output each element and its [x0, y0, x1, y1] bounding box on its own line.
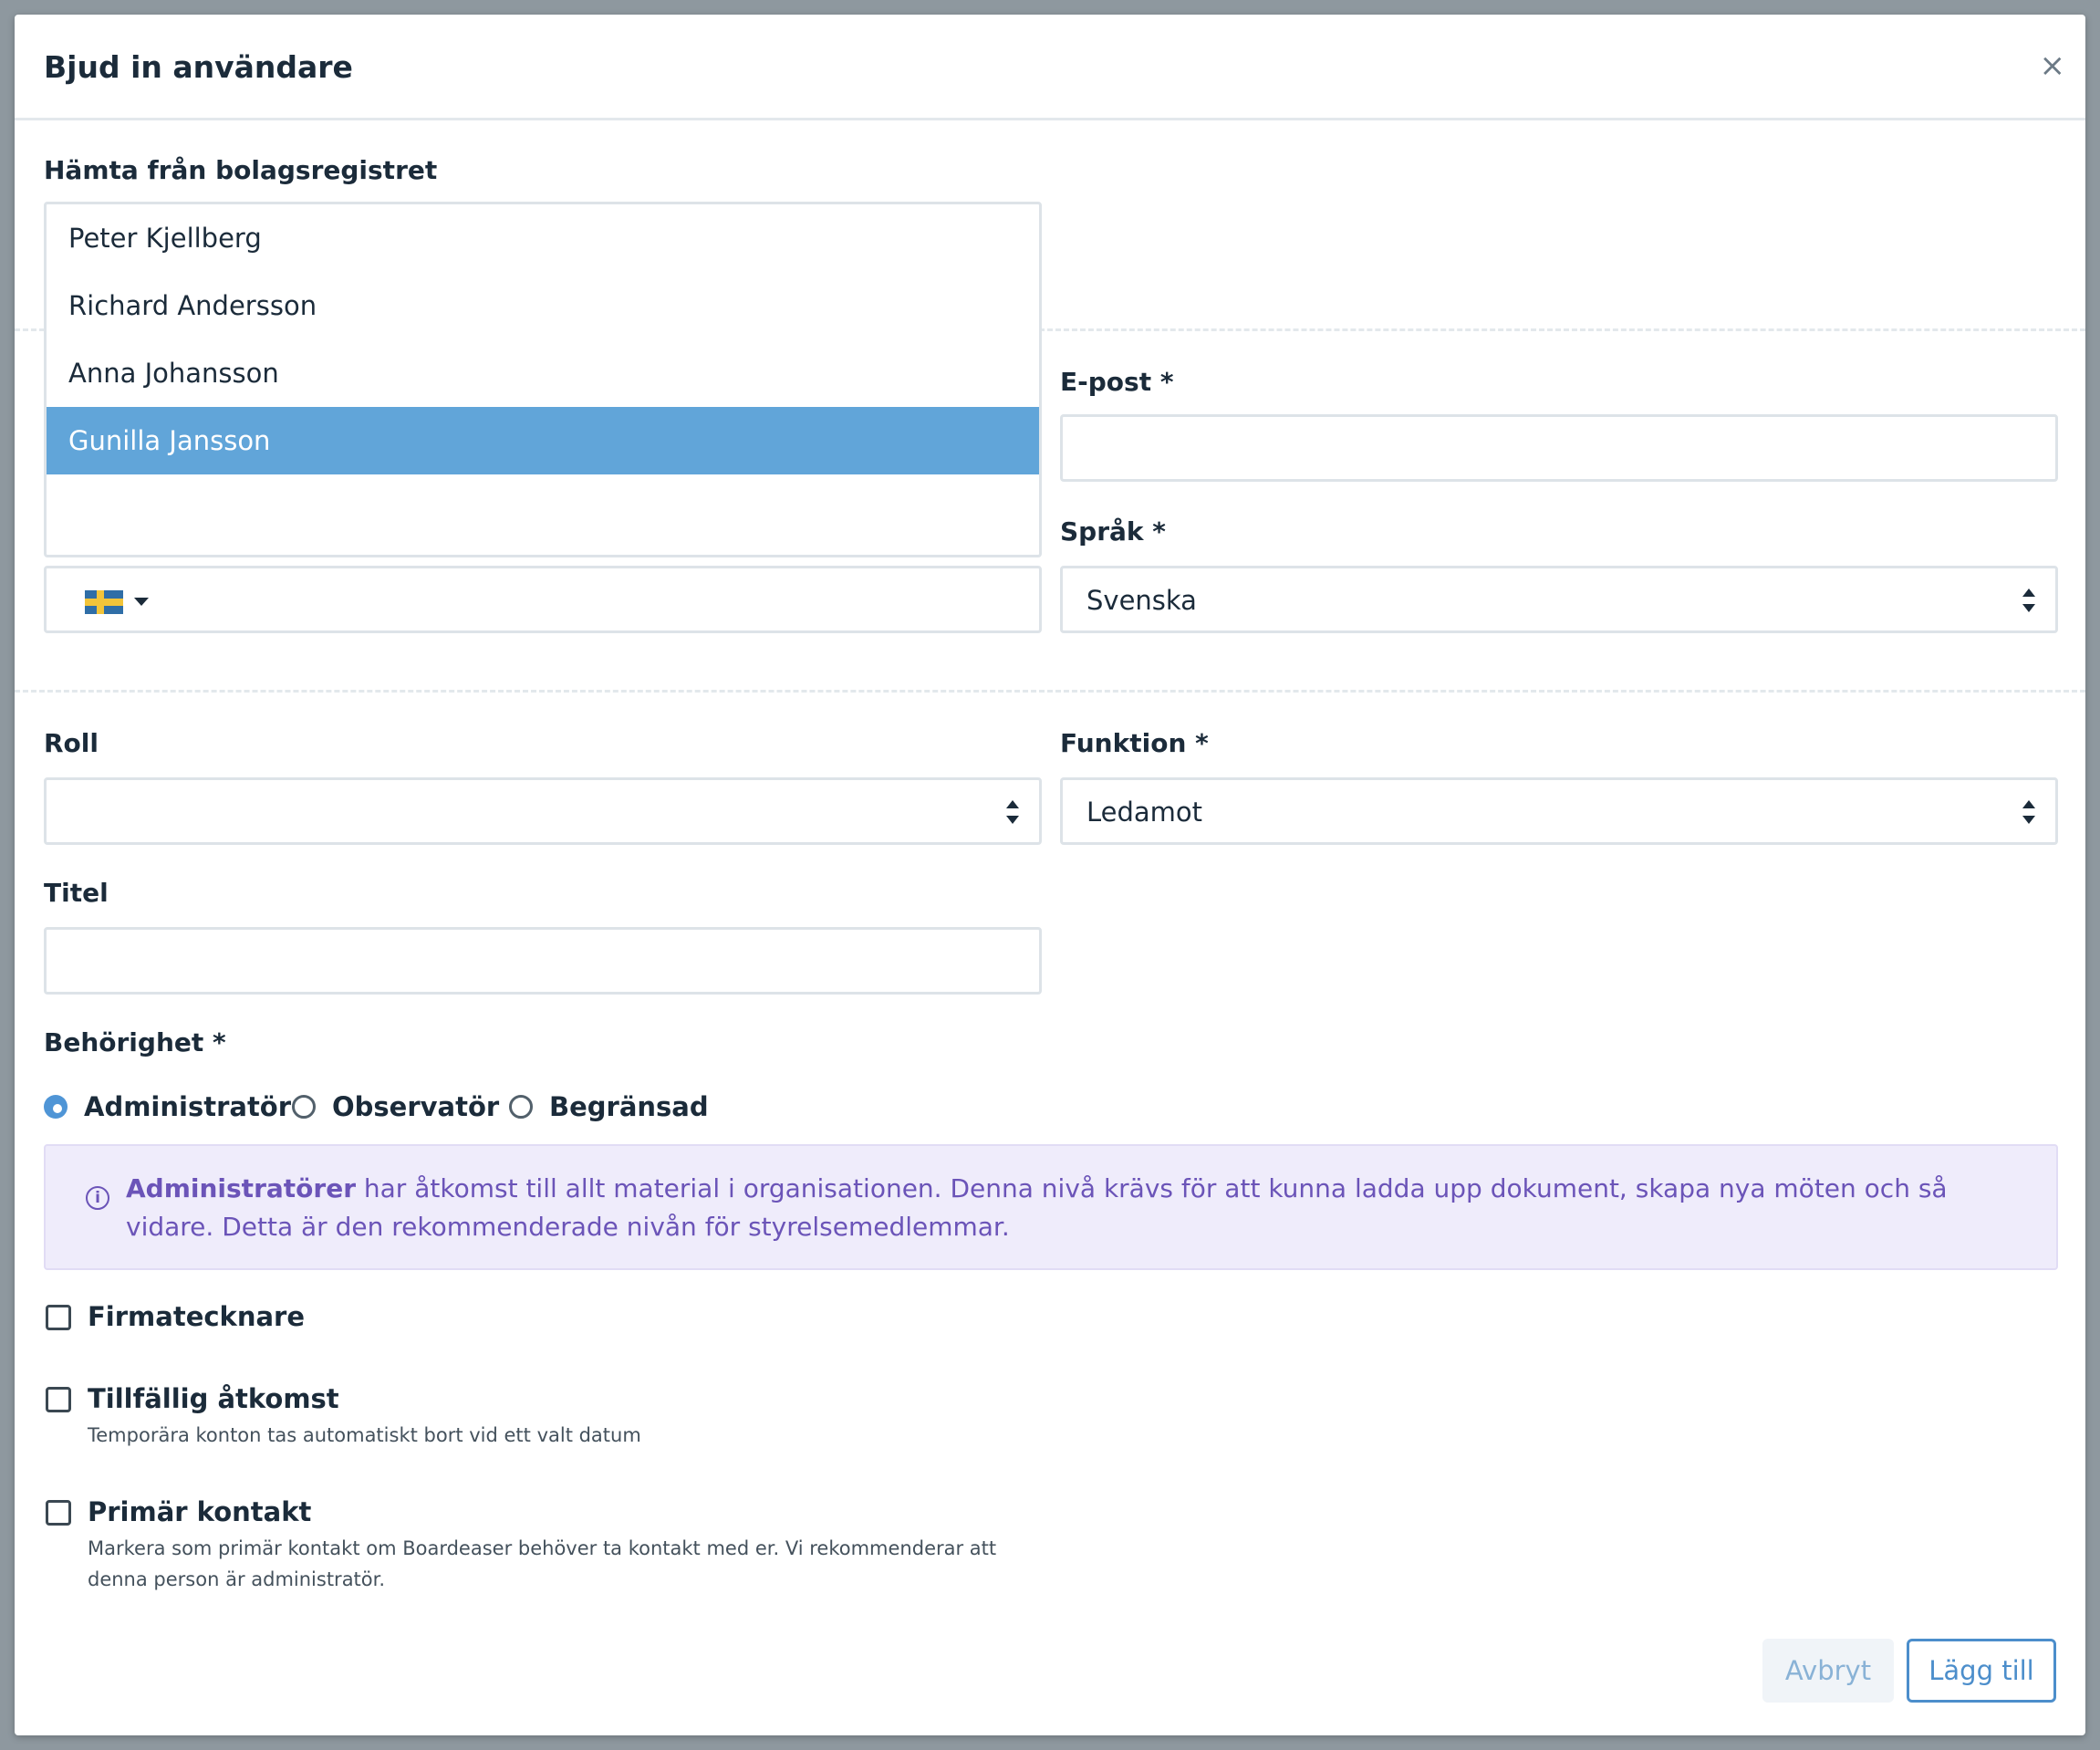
cancel-button[interactable]: Avbryt: [1762, 1639, 1894, 1703]
info-bold-text: Administratörer: [126, 1173, 356, 1203]
language-label: Språk *: [1060, 516, 1166, 547]
title-label: Titel: [44, 878, 109, 908]
language-select[interactable]: Svenska: [1060, 566, 2058, 633]
temporary-access-label: Tillfällig åtkomst: [88, 1383, 339, 1414]
caret-down-icon: [134, 598, 149, 606]
info-body-text: har åtkomst till allt material i organis…: [126, 1173, 1948, 1242]
permission-label: Behörighet *: [44, 1027, 226, 1057]
dialog-header: Bjud in användare ×: [15, 15, 2085, 120]
section-divider: [15, 690, 2085, 693]
language-value: Svenska: [1086, 585, 1197, 616]
radio-label: Begränsad: [549, 1091, 709, 1122]
primary-contact-help: Markera som primär kontakt om Boardeaser…: [88, 1537, 997, 1590]
dialog-title: Bjud in användare: [44, 49, 353, 85]
registry-label: Hämta från bolagsregistret: [44, 155, 438, 185]
invite-user-dialog: Bjud in användare × Hämta från bolagsreg…: [15, 15, 2085, 1735]
signatory-label: Firmatecknare: [88, 1301, 306, 1332]
title-field[interactable]: [44, 927, 1042, 995]
radio-administrator[interactable]: Administratör: [44, 1091, 291, 1122]
radio-label: Observatör: [332, 1091, 500, 1122]
close-icon[interactable]: ×: [2040, 47, 2066, 84]
role-label: Roll: [44, 728, 99, 758]
sweden-flag-icon[interactable]: [85, 590, 123, 614]
info-text: Administratörer har åtkomst till allt ma…: [126, 1170, 2032, 1246]
add-button[interactable]: Lägg till: [1907, 1639, 2056, 1703]
temporary-access-help: Temporära konton tas automatiskt bort vi…: [88, 1424, 641, 1446]
primary-contact-checkbox[interactable]: [46, 1500, 71, 1526]
dropdown-option-highlighted[interactable]: Gunilla Jansson: [47, 407, 1039, 474]
role-select[interactable]: [44, 777, 1042, 845]
email-field[interactable]: [1060, 414, 2058, 482]
sort-arrows-icon: [2022, 589, 2035, 612]
signatory-checkbox[interactable]: [46, 1305, 71, 1330]
permission-info-box: i Administratörer har åtkomst till allt …: [44, 1144, 2058, 1270]
info-icon: i: [86, 1186, 109, 1210]
radio-unchecked-icon: [292, 1095, 316, 1119]
radio-restricted[interactable]: Begränsad: [509, 1091, 709, 1122]
sort-arrows-icon: [1006, 800, 1019, 824]
function-select[interactable]: Ledamot: [1060, 777, 2058, 845]
radio-label: Administratör: [84, 1091, 292, 1122]
temporary-access-checkbox[interactable]: [46, 1387, 71, 1412]
radio-checked-icon: [44, 1095, 68, 1119]
primary-contact-label: Primär kontakt: [88, 1496, 312, 1527]
email-label: E-post *: [1060, 367, 1174, 397]
radio-unchecked-icon: [509, 1095, 533, 1119]
dropdown-option[interactable]: Peter Kjellberg: [47, 204, 1039, 272]
sort-arrows-icon: [2022, 800, 2035, 824]
radio-observer[interactable]: Observatör: [292, 1091, 499, 1122]
registry-dropdown-list: Peter Kjellberg Richard Andersson Anna J…: [44, 202, 1042, 557]
dropdown-option[interactable]: Anna Johansson: [47, 339, 1039, 407]
phone-field[interactable]: [44, 566, 1042, 633]
dropdown-option[interactable]: Richard Andersson: [47, 272, 1039, 339]
function-label: Funktion *: [1060, 728, 1209, 758]
function-value: Ledamot: [1086, 797, 1203, 828]
